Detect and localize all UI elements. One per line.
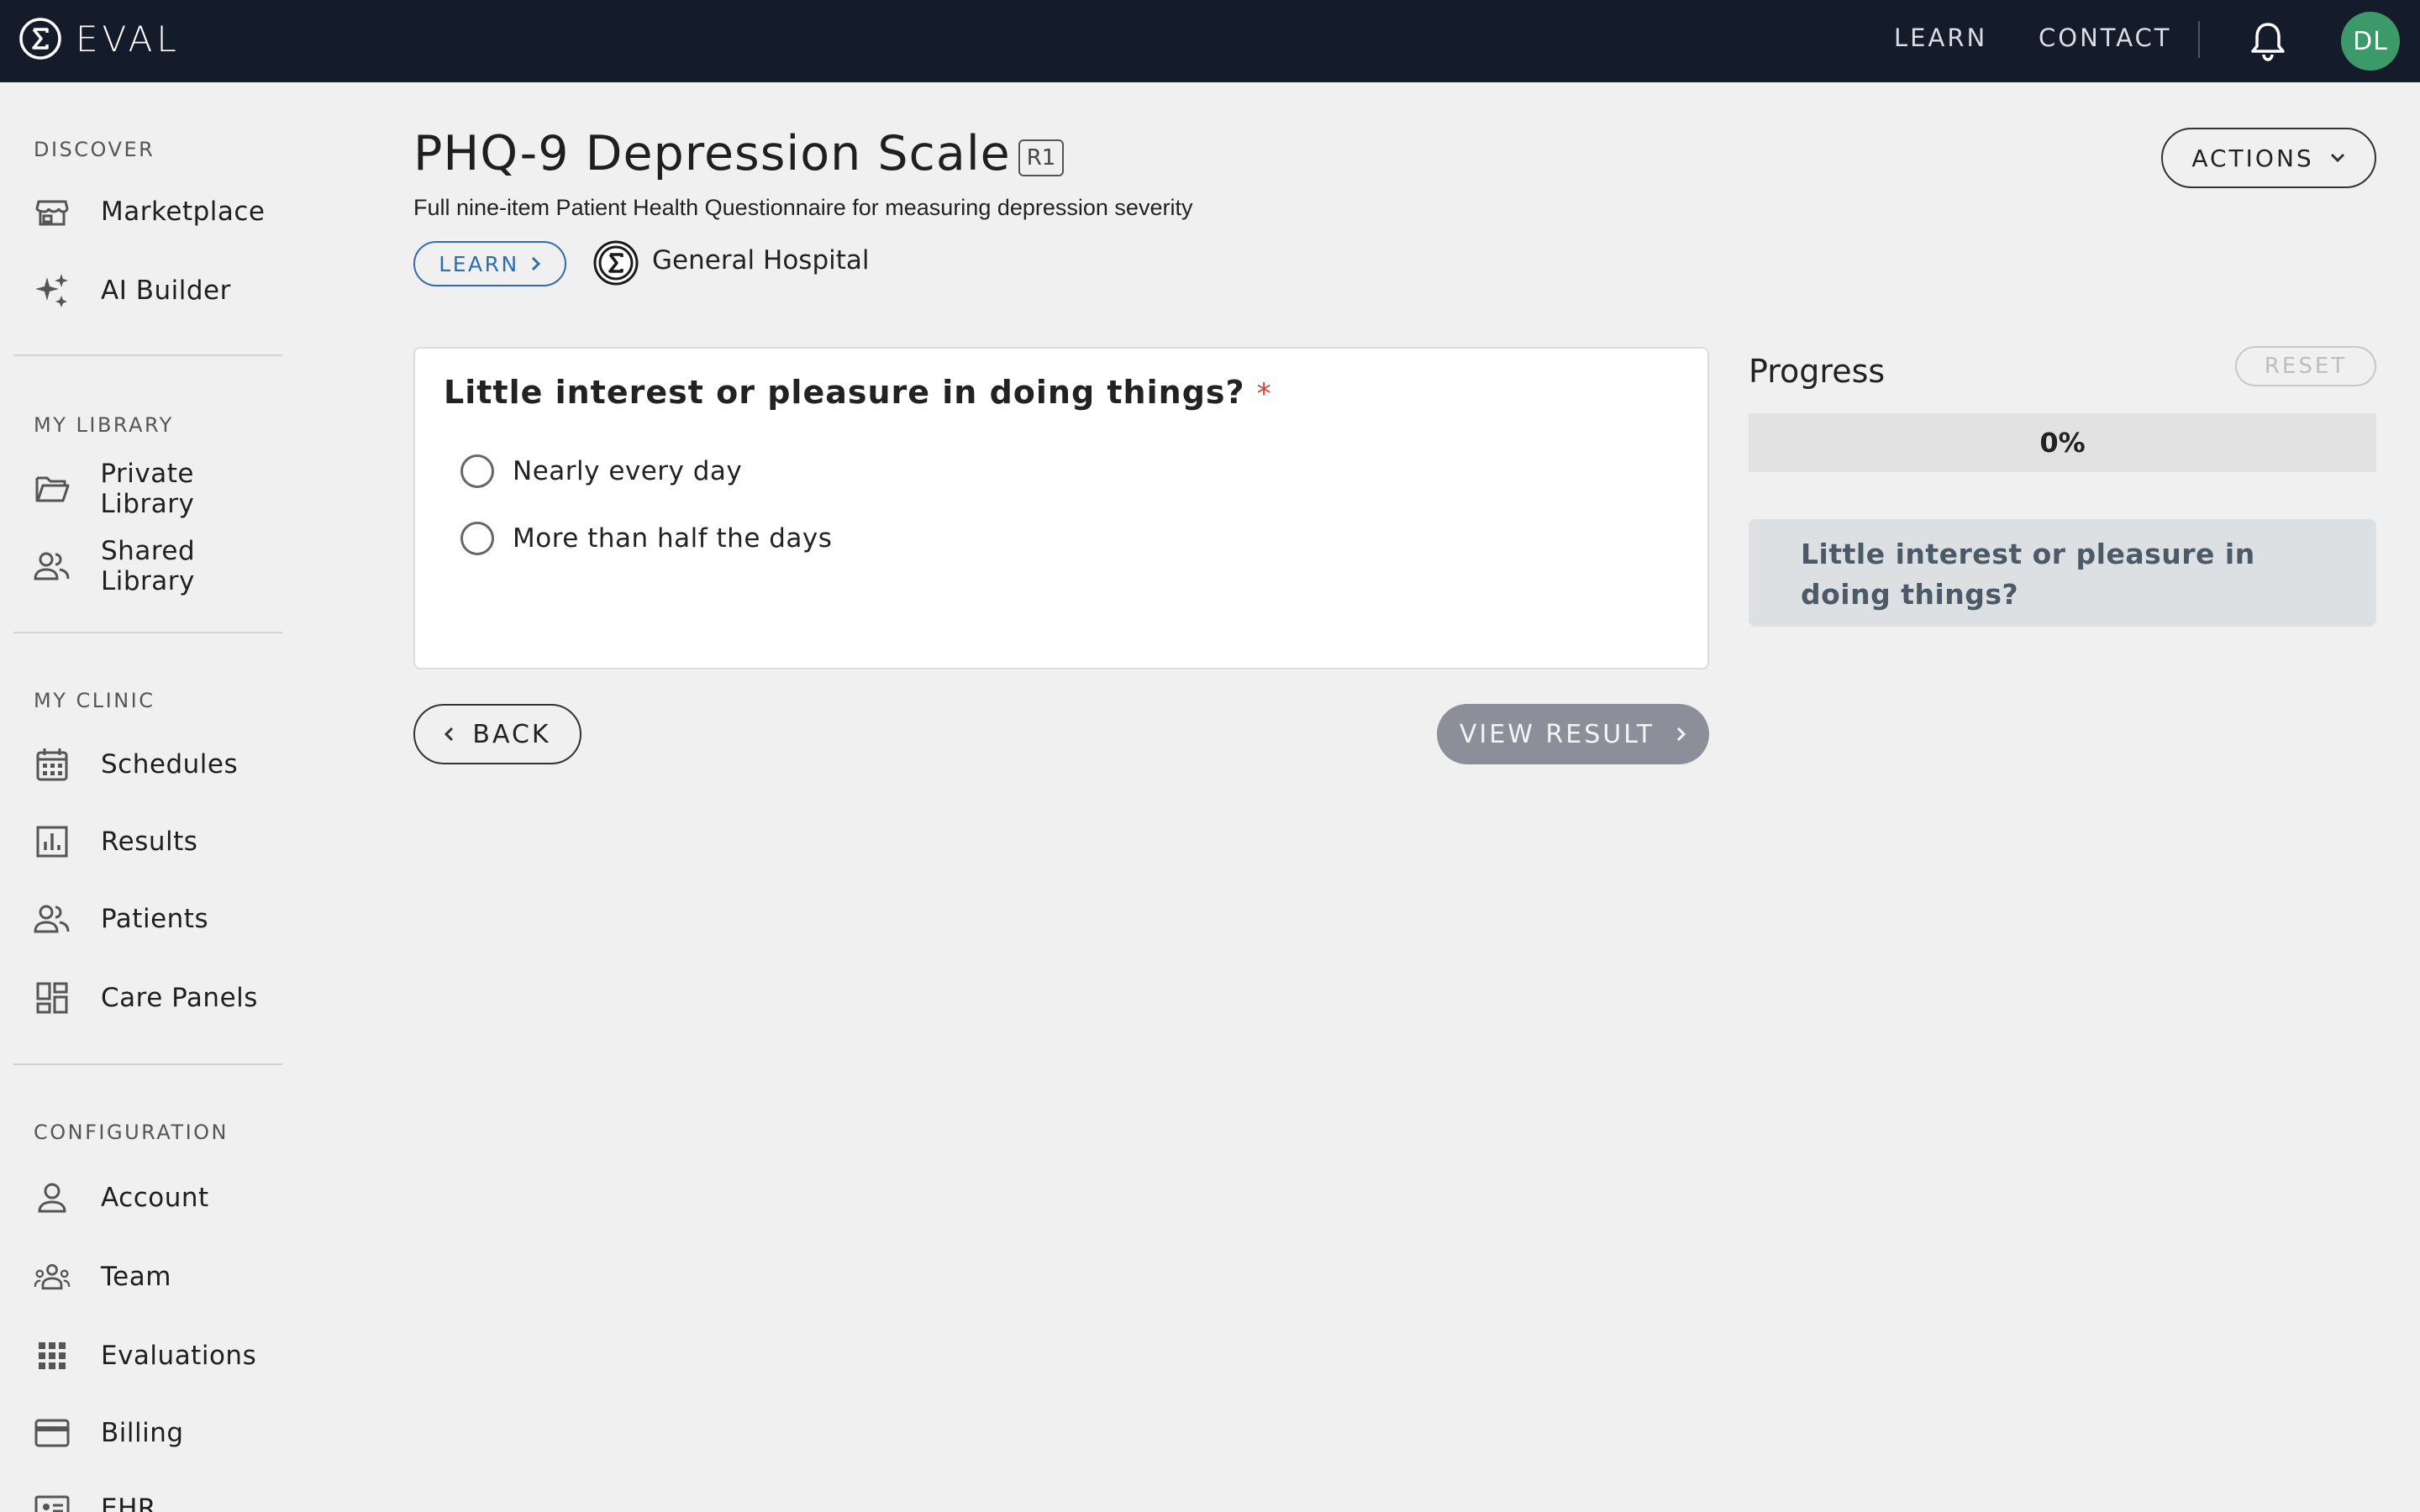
chevron-right-icon: [1677, 727, 1686, 742]
required-marker: *: [1256, 377, 1272, 411]
person-icon: [38, 1183, 66, 1213]
nav-link-learn[interactable]: LEARN: [1894, 24, 1987, 52]
storefront-icon: [35, 200, 69, 226]
sidebar-item-label: Billing: [101, 1418, 184, 1448]
sidebar-section-my-library: MY LIBRARY: [34, 413, 174, 437]
apps-grid-icon: [39, 1342, 66, 1369]
sidebar-item-label: Care Panels: [101, 983, 258, 1013]
sigma-logo-icon: [19, 18, 61, 60]
actions-menu-button[interactable]: ACTIONS: [2161, 128, 2376, 188]
nav-link-contact[interactable]: CONTACT: [2039, 24, 2172, 52]
folder-open-icon: [35, 476, 70, 502]
sidebar-item-label: Private Library: [100, 459, 195, 519]
sidebar-item-billing[interactable]: Billing: [34, 1408, 294, 1458]
brand-name: EVAL: [76, 18, 181, 60]
badge-icon: [34, 1495, 70, 1512]
sidebar-item-marketplace[interactable]: Marketplace: [34, 186, 294, 237]
bar-chart-icon: [36, 826, 68, 858]
sidebar-divider: [13, 632, 282, 633]
chevron-down-icon: [2330, 153, 2344, 163]
sidebar-item-label: Team: [101, 1262, 171, 1292]
sidebar-section-configuration: CONFIGURATION: [34, 1121, 229, 1144]
bell-icon: [2251, 23, 2285, 61]
sidebar-item-label: Schedules: [101, 749, 239, 780]
sidebar-item-patients[interactable]: Patients: [34, 894, 294, 944]
reset-button[interactable]: RESET: [2235, 346, 2376, 386]
back-button-label: BACK: [472, 719, 551, 749]
question-label: Little interest or pleasure in doing thi…: [444, 374, 1245, 411]
sidebar-section-discover: DISCOVER: [34, 138, 155, 161]
answer-option[interactable]: Nearly every day: [460, 450, 742, 492]
sidebar-item-account[interactable]: Account: [34, 1173, 294, 1223]
sidebar-item-schedules[interactable]: Schedules: [34, 739, 294, 790]
credit-card-icon: [34, 1419, 70, 1447]
sidebar-item-label: Marketplace: [101, 197, 266, 227]
sparkles-icon: [35, 274, 68, 307]
organization-name: General Hospital: [652, 245, 870, 276]
organization-logo: [593, 240, 639, 289]
back-button[interactable]: BACK: [413, 704, 581, 764]
page-title: PHQ-9 Depression Scale: [413, 126, 1011, 181]
page-subtitle: Full nine-item Patient Health Questionna…: [413, 195, 1193, 220]
view-result-button[interactable]: VIEW RESULT: [1437, 704, 1709, 764]
chevron-left-icon: [445, 727, 454, 742]
progress-title: Progress: [1749, 353, 1886, 390]
sidebar-item-label: Evaluations: [101, 1341, 257, 1371]
progress-bar: 0%: [1749, 413, 2376, 472]
sidebar-item-care-panels[interactable]: Care Panels: [34, 973, 294, 1023]
answer-option-label: Nearly every day: [513, 456, 743, 486]
sidebar-item-label: Shared Library: [101, 536, 196, 596]
brand-logo[interactable]: EVAL: [18, 17, 181, 60]
sidebar-item-label: AI Builder: [101, 276, 231, 306]
groups-icon: [34, 1263, 71, 1290]
progress-question-item[interactable]: Little interest or pleasure in doing thi…: [1749, 519, 2376, 627]
revision-badge: R1: [1018, 139, 1064, 176]
sidebar-item-ai-builder[interactable]: AI Builder: [34, 265, 294, 316]
people-icon: [34, 552, 70, 580]
actions-button-label: ACTIONS: [2191, 144, 2314, 172]
sidebar-divider: [13, 354, 282, 356]
answer-option[interactable]: More than half the days: [460, 517, 832, 559]
radio-button[interactable]: [460, 454, 494, 488]
sidebar-item-team[interactable]: Team: [34, 1252, 294, 1302]
sidebar-divider: [13, 1063, 282, 1065]
chevron-right-icon: [531, 256, 540, 271]
sidebar-section-my-clinic: MY CLINIC: [34, 689, 155, 712]
sidebar-item-label: Account: [101, 1183, 209, 1213]
question-text: Little interest or pleasure in doing thi…: [444, 374, 1272, 411]
calendar-icon: [36, 748, 68, 781]
learn-button[interactable]: LEARN: [413, 241, 566, 286]
radio-button[interactable]: [460, 522, 494, 555]
user-avatar[interactable]: DL: [2341, 12, 2400, 71]
notifications-button[interactable]: [2249, 20, 2287, 66]
sidebar-item-label: EHR: [101, 1494, 156, 1512]
sidebar-item-results[interactable]: Results: [34, 816, 294, 867]
dashboard-icon: [36, 982, 68, 1014]
nav-divider: [2198, 21, 2200, 58]
sidebar: DISCOVER Marketplace AI Builder MY LIBRA…: [0, 82, 302, 1512]
question-card: Little interest or pleasure in doing thi…: [413, 347, 1709, 669]
progress-percent: 0%: [2039, 427, 2086, 459]
sigma-logo-icon: [593, 240, 639, 286]
answer-option-label: More than half the days: [513, 523, 833, 554]
sidebar-item-shared-library[interactable]: Shared Library: [34, 536, 294, 596]
learn-button-label: LEARN: [439, 251, 519, 276]
sidebar-item-private-library[interactable]: Private Library: [34, 459, 294, 519]
sidebar-item-label: Results: [101, 827, 198, 857]
people-icon: [34, 905, 70, 933]
sidebar-item-label: Patients: [101, 904, 209, 934]
sidebar-item-ehr[interactable]: EHR: [34, 1483, 294, 1512]
view-result-button-label: VIEW RESULT: [1459, 719, 1655, 749]
sidebar-item-evaluations[interactable]: Evaluations: [34, 1331, 294, 1381]
top-navigation-bar: EVAL LEARN CONTACT DL: [0, 0, 2420, 82]
